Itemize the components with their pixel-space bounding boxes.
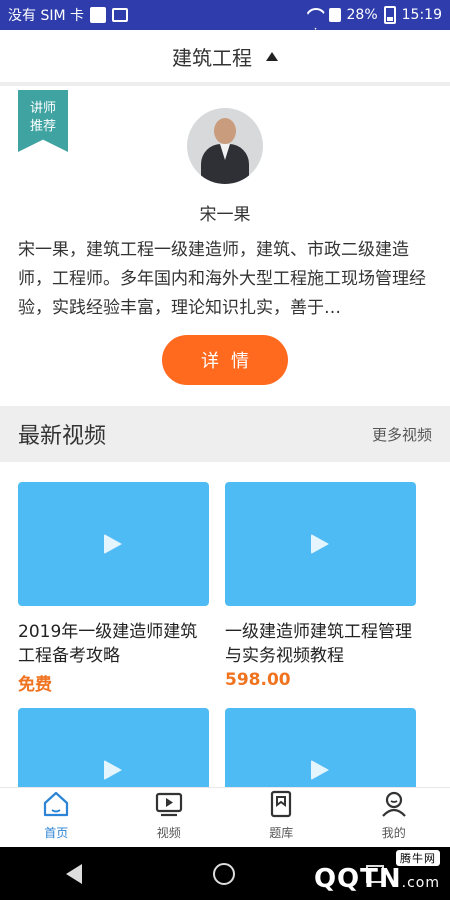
tab-home[interactable]: 首页: [0, 788, 113, 847]
system-nav-bar: 腾牛网 QQTN.com: [0, 847, 450, 900]
video-icon: [155, 792, 182, 817]
video-thumbnail[interactable]: [225, 708, 416, 787]
home-icon: [44, 791, 69, 817]
alert-icon: [328, 8, 341, 22]
caret-up-icon[interactable]: [266, 51, 278, 61]
badge-line-1: 讲师: [29, 101, 56, 116]
video-thumbnail[interactable]: [18, 482, 209, 606]
category-selector[interactable]: 建筑工程: [0, 30, 450, 86]
category-title[interactable]: 建筑工程: [172, 42, 252, 71]
video-price: 598.00: [225, 670, 291, 690]
tab-question-bank[interactable]: 题库: [225, 788, 338, 847]
more-videos-link[interactable]: 更多视频: [372, 424, 432, 445]
video-card[interactable]: 2019年一级建造师建筑工程备考攻略 免费: [18, 482, 209, 695]
profile-icon: [381, 791, 406, 817]
teacher-card: 讲师 推荐 宋一果 宋一果，建筑工程一级建造师，建筑、市政二级建造师，工程师。多…: [0, 90, 450, 406]
watermark-text: QQTN: [313, 864, 402, 894]
video-price: 免费: [18, 675, 52, 695]
video-thumbnail[interactable]: [18, 708, 209, 787]
watermark-logo: 腾牛网 QQTN.com: [313, 850, 440, 894]
tab-profile[interactable]: 我的: [338, 788, 450, 847]
play-icon: [104, 534, 122, 554]
tab-video-label: 视频: [156, 826, 181, 840]
tab-profile-label: 我的: [381, 826, 406, 840]
teacher-name: 宋一果: [199, 205, 251, 225]
watermark-suffix: .com: [401, 875, 440, 891]
video-card[interactable]: [18, 708, 209, 787]
play-icon: [104, 760, 122, 780]
video-card[interactable]: [225, 708, 416, 787]
video-title[interactable]: 一级建造师建筑工程管理与实务视频教程: [225, 620, 416, 668]
video-title[interactable]: 2019年一级建造师建筑工程备考攻略: [18, 620, 209, 668]
question-bank-icon: [271, 790, 292, 818]
video-thumbnail[interactable]: [225, 482, 416, 606]
wifi-icon: [305, 8, 323, 22]
home-circle-icon[interactable]: [212, 862, 235, 885]
tab-home-label: 首页: [44, 826, 69, 840]
teacher-recommend-badge: 讲师 推荐: [18, 90, 68, 152]
tab-video[interactable]: 视频: [113, 788, 226, 847]
video-grid: 2019年一级建造师建筑工程备考攻略 免费 一级建造师建筑工程管理与实务视频教程…: [18, 482, 432, 787]
watermark-tag: 腾牛网: [396, 850, 440, 866]
bottom-tab-bar: 首页 视频 题库 我的: [0, 787, 450, 847]
battery-percent: 28%: [346, 7, 378, 23]
image-notification-icon: [112, 8, 128, 22]
detail-button[interactable]: 详情: [162, 335, 288, 385]
video-card[interactable]: 一级建造师建筑工程管理与实务视频教程 598.00: [225, 482, 416, 690]
battery-icon: [383, 6, 396, 24]
latest-videos-header: 最新视频 更多视频: [0, 406, 450, 462]
carrier-text: 没有 SIM 卡: [8, 8, 84, 24]
notification-icon: [90, 7, 106, 23]
clock: 15:19: [401, 7, 442, 23]
teacher-description: 宋一果，建筑工程一级建造师，建筑、市政二级建造师，工程师。多年国内和海外大型工程…: [18, 240, 426, 318]
tab-question-bank-label: 题库: [269, 826, 294, 840]
badge-line-2: 推荐: [29, 119, 56, 134]
play-icon: [311, 760, 329, 780]
back-icon[interactable]: [65, 863, 82, 884]
status-bar: 没有 SIM 卡 28% 15:19: [0, 0, 450, 30]
teacher-avatar[interactable]: [187, 108, 263, 184]
play-icon: [311, 534, 329, 554]
section-title: 最新视频: [18, 424, 107, 449]
